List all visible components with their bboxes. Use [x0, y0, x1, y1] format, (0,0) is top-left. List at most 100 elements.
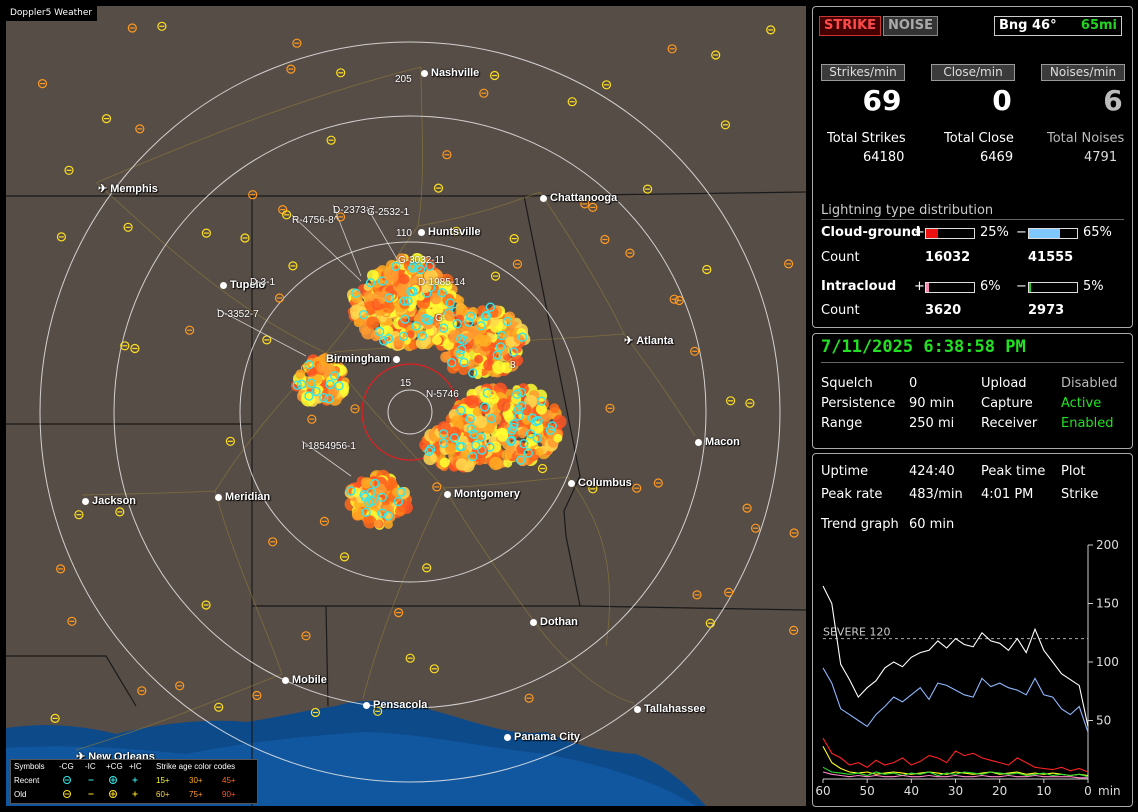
strike-map[interactable]: Doppler5 Weather Nashville ✈ Memphis Chatta…: [6, 6, 806, 806]
isolated-strike: [130, 343, 140, 354]
cg-negative-count: 41555: [1028, 250, 1074, 265]
close-per-min-value: 0: [992, 84, 1012, 117]
city-dot-icon: [220, 282, 227, 289]
settings-v2-cell[interactable]: Disabled: [1061, 376, 1117, 391]
trend-series-line: [822, 585, 1089, 727]
isolated-strike: [268, 537, 278, 547]
isolated-strike: [101, 113, 112, 124]
isolated-strike: [137, 686, 147, 696]
city-dot-icon: [444, 491, 451, 498]
cg-negative-bar: [1028, 228, 1078, 239]
isolated-strike: [350, 404, 360, 414]
strike-id-label: R-4756-8^: [292, 215, 339, 226]
isolated-strike: [601, 80, 612, 90]
city-label: Birmingham: [326, 353, 403, 365]
state-border: [579, 605, 806, 611]
city-dot-icon: [530, 619, 537, 626]
city-dot-icon: [540, 195, 547, 202]
isolated-strike: [135, 124, 145, 134]
total-close-value: 6469: [980, 150, 1014, 165]
settings-v1-cell: 90 min: [909, 396, 955, 411]
legend-old-age-75: 75+: [189, 790, 203, 799]
distribution-divider: [821, 219, 1124, 220]
settings-v2-cell[interactable]: Active: [1061, 396, 1101, 411]
trend-x-tick-label: 60: [815, 784, 830, 798]
highway-line: [623, 333, 696, 437]
city-dot-icon: [393, 356, 401, 363]
legend-old-age-90: 90+: [222, 790, 236, 799]
city-name: Huntsville: [428, 226, 481, 238]
isolated-strike: [632, 483, 642, 493]
highway-line: [417, 191, 541, 227]
city-label: Panama City: [504, 731, 580, 743]
legend-symbol: [63, 790, 71, 798]
strike-marker: [393, 335, 405, 348]
noise-indicator[interactable]: NOISE: [883, 16, 939, 36]
ic-positive-sign: +: [914, 279, 925, 294]
city-label: Chattanooga: [540, 192, 617, 204]
isolated-strike: [674, 295, 684, 306]
city-name: Panama City: [514, 731, 581, 743]
strike-marker: [350, 311, 359, 320]
isolated-strike: [50, 713, 60, 724]
state-border: [6, 655, 137, 707]
strike-indicator[interactable]: STRIKE: [819, 16, 882, 36]
strike-marker: [535, 447, 544, 456]
isolated-strike: [394, 607, 404, 618]
ic-negative-percent: 5%: [1083, 279, 1104, 294]
isolated-strike: [288, 261, 298, 271]
strike-marker: [399, 273, 410, 285]
strike-marker: [455, 296, 465, 305]
strike-marker: [430, 293, 442, 305]
strike-marker: [383, 519, 393, 530]
isolated-strike: [625, 248, 635, 258]
distribution-fill: [926, 229, 938, 238]
trend-x-tick-label: 10: [1036, 784, 1051, 798]
isolated-strike: [537, 463, 548, 474]
trend-x-tick-label: 20: [992, 784, 1007, 798]
isolated-strike: [74, 510, 84, 520]
isolated-strike: [185, 325, 195, 335]
city-label: Tallahassee: [634, 703, 706, 715]
isolated-strike: [653, 478, 663, 488]
ic-negative-count: 2973: [1028, 303, 1065, 318]
total-strikes-value: 64180: [863, 150, 905, 165]
isolated-strike: [789, 528, 799, 538]
highway-line: [97, 66, 422, 183]
strike-id-label: D-3352-7: [217, 309, 259, 320]
cg-positive-percent: 25%: [980, 225, 1009, 240]
trend-x-tick-label: 40: [904, 784, 919, 798]
isolated-strike: [783, 259, 794, 269]
city-label: Montgomery: [444, 488, 520, 500]
city-label: Columbus: [568, 477, 632, 489]
strike-marker: [439, 457, 450, 468]
isolated-strike: [642, 184, 653, 194]
strike-marker: [553, 433, 563, 443]
city-name: Nashville: [431, 67, 480, 79]
strike-marker: [375, 483, 386, 494]
total-noises-label: Total Noises: [1047, 131, 1125, 146]
settings-v1-cell: 250 mi: [909, 416, 955, 431]
strike-id-label: N-5746: [426, 389, 459, 400]
strike-marker: [415, 336, 429, 350]
isolated-strike: [479, 88, 489, 98]
isolated-strike: [157, 21, 167, 31]
city-dot-icon: [695, 439, 702, 446]
isolated-strike: [720, 120, 731, 130]
city-name: Meridian: [225, 491, 271, 503]
bearing-label: Bng 46°: [999, 18, 1057, 33]
strike-marker: [461, 333, 471, 343]
strikes-per-min-header: Strikes/min: [821, 64, 905, 81]
cloud-ground-label: Cloud-ground: [821, 225, 921, 240]
city-label: Dothan: [530, 616, 578, 628]
isolated-strike: [725, 396, 736, 406]
city-label: Macon: [695, 436, 740, 448]
settings-v2-cell[interactable]: Enabled: [1061, 416, 1114, 431]
settings-k1-cell: Squelch: [821, 376, 873, 391]
city-dot-icon: [282, 677, 289, 684]
isolated-strike: [274, 293, 285, 303]
isolated-strike: [442, 150, 452, 160]
cg-negative-sign: −: [1016, 225, 1027, 240]
legend-old-age-60: 60+: [156, 790, 170, 799]
isolated-strike: [56, 232, 67, 242]
